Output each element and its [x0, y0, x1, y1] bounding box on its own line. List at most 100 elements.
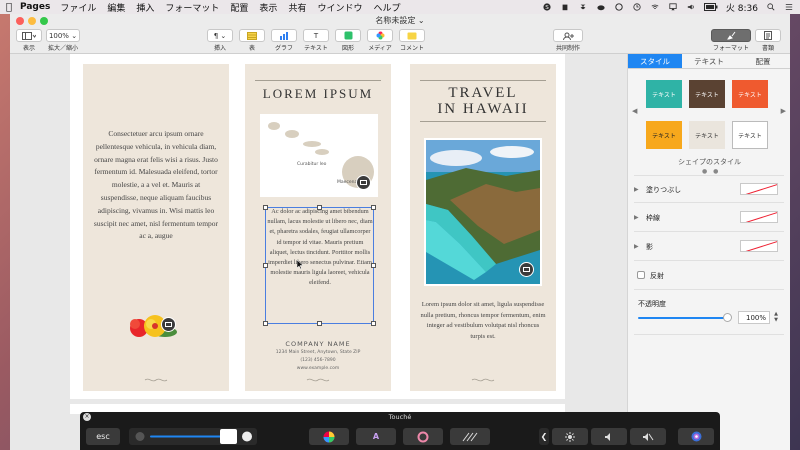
- document-canvas[interactable]: Consectetuer arcu ipsum ornare pellentes…: [10, 54, 627, 450]
- opacity-touch-slider[interactable]: [129, 428, 257, 445]
- style-swatch-3[interactable]: テキスト: [732, 80, 768, 108]
- fill-row[interactable]: ▶ 塗りつぶし: [634, 175, 784, 203]
- company-address[interactable]: 1234 Main Street, Anytown, State ZIP: [245, 350, 391, 355]
- battery-icon[interactable]: [703, 3, 718, 11]
- menu-help[interactable]: ヘルプ: [373, 1, 400, 14]
- cloud-icon[interactable]: [596, 3, 606, 11]
- opacity-slider-knob[interactable]: [723, 313, 732, 322]
- menu-app-name[interactable]: Pages: [20, 2, 50, 12]
- panel1-body-text[interactable]: Consectetuer arcu ipsum ornare pellentes…: [93, 128, 219, 243]
- fill-color-key[interactable]: [309, 428, 349, 445]
- resize-handle[interactable]: [371, 205, 376, 210]
- shape-button[interactable]: 図形: [335, 29, 361, 52]
- replace-image-icon[interactable]: [161, 317, 176, 332]
- opacity-value-field[interactable]: 100%: [738, 311, 770, 324]
- dropbox-icon[interactable]: [578, 3, 588, 11]
- company-phone[interactable]: (123) 456-7890: [245, 358, 391, 363]
- table-button[interactable]: 表: [239, 29, 265, 52]
- close-window-button[interactable]: [16, 17, 24, 25]
- panel2-title[interactable]: LOREM IPSUM: [245, 86, 391, 102]
- menu-window[interactable]: ウインドウ: [317, 1, 362, 14]
- resize-handle[interactable]: [371, 321, 376, 326]
- panel3-title-line2[interactable]: IN HAWAII: [410, 101, 556, 117]
- resize-handle[interactable]: [371, 263, 376, 268]
- text-color-key[interactable]: A: [356, 428, 396, 445]
- wifi-icon[interactable]: [650, 3, 660, 11]
- skype-icon[interactable]: S: [542, 3, 552, 11]
- next-styles-icon[interactable]: ▶: [781, 107, 786, 115]
- replace-image-icon[interactable]: [356, 175, 371, 190]
- zoom-window-button[interactable]: [40, 17, 48, 25]
- tab-text[interactable]: テキスト: [682, 54, 736, 68]
- disclosure-triangle-icon[interactable]: ▶: [634, 214, 639, 221]
- opacity-slider[interactable]: [638, 317, 726, 319]
- apple-menu-icon[interactable]: : [6, 2, 20, 13]
- document-page[interactable]: Consectetuer arcu ipsum ornare pellentes…: [70, 54, 565, 399]
- notification-center-icon[interactable]: [784, 3, 794, 11]
- circle-status-icon[interactable]: [614, 3, 624, 11]
- touche-close-icon[interactable]: ×: [83, 413, 91, 421]
- airplay-icon[interactable]: [668, 3, 678, 11]
- style-swatch-4[interactable]: テキスト: [646, 121, 682, 149]
- expand-control-strip-icon[interactable]: ❮: [539, 428, 549, 445]
- reflection-checkbox[interactable]: [637, 271, 645, 279]
- resize-handle[interactable]: [317, 205, 322, 210]
- style-swatch-2[interactable]: テキスト: [689, 80, 725, 108]
- shadow-style-well[interactable]: [740, 240, 778, 252]
- panel3-body-text[interactable]: Lorem ipsum dolor sit amet, ligula suspe…: [420, 300, 546, 342]
- prev-styles-icon[interactable]: ◀: [632, 107, 637, 115]
- disclosure-triangle-icon[interactable]: ▶: [634, 243, 639, 250]
- zoom-control[interactable]: 100% ⌄ 拡大／縮小: [46, 29, 80, 52]
- insert-button[interactable]: ¶ ⌄ 挿入: [207, 29, 233, 52]
- style-swatch-6[interactable]: テキスト: [732, 121, 768, 149]
- menu-insert[interactable]: 挿入: [136, 1, 154, 14]
- style-swatch-5[interactable]: テキスト: [689, 121, 725, 149]
- menu-view[interactable]: 表示: [259, 1, 277, 14]
- page-dots[interactable]: ● ●: [702, 168, 720, 175]
- opacity-stepper[interactable]: ▲ ▼: [772, 311, 780, 324]
- hawaii-map-image[interactable]: Curabitur leo Maecenas: [260, 114, 378, 197]
- style-swatch-1[interactable]: テキスト: [646, 80, 682, 108]
- tab-style[interactable]: スタイル: [628, 54, 682, 68]
- resize-handle[interactable]: [263, 263, 268, 268]
- document-button[interactable]: 書類: [755, 29, 781, 52]
- disclosure-triangle-icon[interactable]: ▶: [634, 186, 639, 193]
- company-name[interactable]: COMPANY NAME: [245, 340, 391, 348]
- chart-button[interactable]: グラフ: [271, 29, 297, 52]
- resize-handle[interactable]: [263, 321, 268, 326]
- esc-key[interactable]: esc: [86, 428, 120, 445]
- document-title[interactable]: 名称未設定 ⌄: [375, 16, 424, 25]
- menu-edit[interactable]: 編集: [107, 1, 125, 14]
- border-color-key[interactable]: [403, 428, 443, 445]
- collaborate-button[interactable]: 共同制作: [553, 29, 583, 52]
- menu-format[interactable]: フォーマット: [165, 1, 219, 14]
- brochure-panel-3[interactable]: TRAVEL IN HAWAII Lorem ipsum dolor sit a…: [410, 64, 556, 391]
- spotlight-search-icon[interactable]: [766, 3, 776, 11]
- panel3-title[interactable]: TRAVEL IN HAWAII: [410, 85, 556, 117]
- resize-handle[interactable]: [263, 205, 268, 210]
- resize-handle[interactable]: [317, 321, 322, 326]
- hibiscus-flower-image[interactable]: [125, 312, 185, 342]
- media-button[interactable]: メディア: [367, 29, 393, 52]
- hawaii-coast-photo[interactable]: [424, 138, 542, 286]
- volume-icon[interactable]: [686, 3, 696, 11]
- replace-image-icon[interactable]: [519, 262, 534, 277]
- shadow-row[interactable]: ▶ 影: [634, 233, 784, 261]
- menu-file[interactable]: ファイル: [60, 1, 96, 14]
- view-button[interactable]: 表示: [16, 29, 42, 52]
- format-button[interactable]: フォーマット: [711, 29, 751, 52]
- evernote-icon[interactable]: [560, 3, 570, 11]
- reflection-row[interactable]: 反射: [634, 262, 784, 290]
- zoom-dropdown[interactable]: 100% ⌄: [46, 29, 80, 42]
- menubar-clock[interactable]: 火 8:36: [726, 1, 758, 14]
- brightness-key[interactable]: [552, 428, 588, 445]
- border-style-well[interactable]: [740, 211, 778, 223]
- menu-arrange[interactable]: 配置: [230, 1, 248, 14]
- brochure-panel-2[interactable]: LOREM IPSUM Curabitur leo Maecenas Ac do…: [245, 64, 391, 391]
- comment-button[interactable]: コメント: [399, 29, 425, 52]
- panel3-title-line1[interactable]: TRAVEL: [410, 85, 556, 101]
- brochure-panel-1[interactable]: Consectetuer arcu ipsum ornare pellentes…: [83, 64, 229, 391]
- border-row[interactable]: ▶ 枠線: [634, 204, 784, 232]
- text-button[interactable]: T テキスト: [303, 29, 329, 52]
- siri-key[interactable]: [678, 428, 714, 445]
